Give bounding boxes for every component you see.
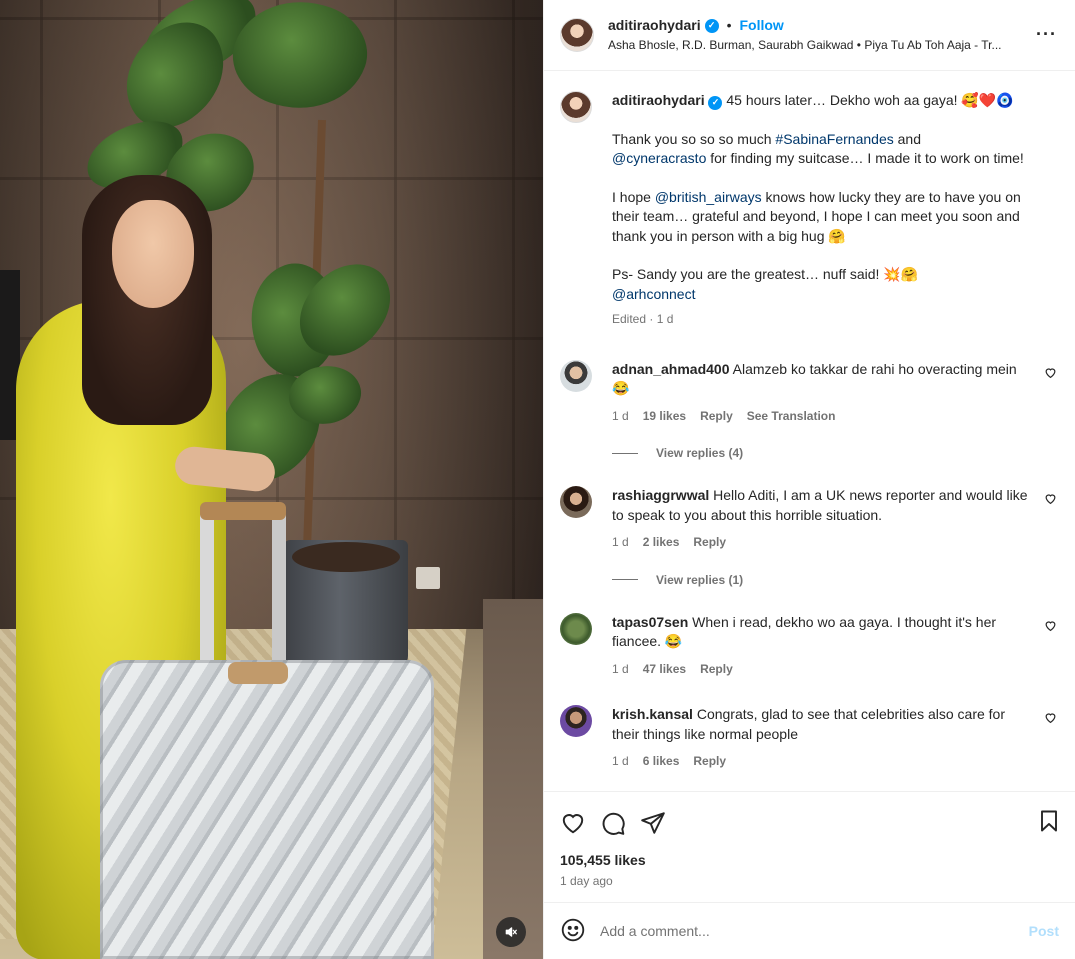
comment-input[interactable] — [600, 923, 1029, 939]
mention-link[interactable]: @british_airways — [655, 189, 762, 205]
comment: adnan_ahmad400 Alamzeb ko takkar de rahi… — [560, 359, 1059, 427]
verified-badge-icon: ✓ — [708, 95, 723, 110]
caption-text: and — [893, 130, 921, 147]
caption: aditiraohydari ✓ 45 hours later… Dekho w… — [560, 91, 1059, 330]
speaker-muted-icon — [505, 927, 517, 937]
mention-link[interactable]: @arhconnect — [612, 286, 695, 302]
comments-section[interactable]: aditiraohydari ✓ 45 hours later… Dekho w… — [544, 71, 1075, 791]
comment-age: 1 d — [612, 408, 629, 423]
reply-button[interactable]: Reply — [700, 660, 733, 680]
comment: rashiaggrwwal Hello Aditi, I am a UK new… — [560, 486, 1059, 553]
comment-age: 1 d — [612, 535, 629, 549]
suitcase-top-handle — [228, 662, 288, 684]
avatar[interactable] — [560, 486, 592, 518]
follow-button[interactable]: Follow — [740, 17, 784, 35]
comment-likes[interactable]: 6 likes — [643, 752, 680, 772]
outlet — [416, 567, 440, 589]
post-actions: 105,455 likes 1 day ago — [544, 791, 1075, 902]
comment: krish.kansal Congrats, glad to see that … — [560, 705, 1059, 772]
like-comment-icon[interactable] — [1044, 619, 1057, 635]
view-replies-button[interactable]: View replies (4) — [612, 446, 1059, 460]
comment-username[interactable]: adnan_ahmad400 — [612, 361, 730, 377]
emoji-icon[interactable] — [560, 917, 586, 946]
suitcase — [100, 660, 434, 959]
suitcase-handle-pole — [200, 512, 214, 682]
likes-count[interactable]: 105,455 likes — [560, 852, 1059, 868]
caption-text: Ps- Sandy you are the greatest… nuff sai… — [612, 266, 919, 282]
caption-meta: Edited · 1 d — [612, 312, 674, 326]
avatar[interactable] — [560, 705, 592, 737]
avatar[interactable] — [560, 612, 592, 645]
suitcase-handle-grip — [200, 502, 286, 520]
like-comment-icon[interactable] — [1044, 366, 1057, 382]
post-timestamp[interactable]: 1 day ago — [560, 874, 1059, 888]
reply-button[interactable]: Reply — [693, 533, 726, 553]
post-comment-button[interactable]: Post — [1029, 923, 1059, 939]
mention-link[interactable]: @cyneracrasto — [612, 150, 706, 166]
author-username[interactable]: aditiraohydari — [608, 17, 701, 35]
mute-button[interactable] — [496, 917, 526, 947]
step — [483, 599, 543, 959]
caption-text: 45 hours later… Dekho woh aa gaya! 🥰❤️🧿 — [726, 92, 1014, 108]
caption-username[interactable]: aditiraohydari — [612, 92, 705, 108]
post-header: aditiraohydari ✓ • Follow Asha Bhosle, R… — [544, 0, 1075, 71]
post-video[interactable] — [0, 0, 543, 959]
person-face — [112, 200, 194, 308]
comment-likes[interactable]: 2 likes — [643, 533, 680, 553]
caption-text: I hope — [612, 188, 655, 205]
see-translation-button[interactable]: See Translation — [747, 407, 836, 427]
comment: tapas07sen When i read, dekho wo aa gaya… — [560, 612, 1059, 680]
reply-button[interactable]: Reply — [700, 407, 733, 427]
avatar[interactable] — [560, 359, 592, 392]
verified-badge-icon: ✓ — [704, 19, 719, 33]
share-icon[interactable] — [640, 810, 666, 839]
more-options-icon[interactable]: ··· — [1036, 24, 1057, 45]
comment-username[interactable]: tapas07sen — [612, 614, 688, 630]
comment-age: 1 d — [612, 754, 629, 768]
like-comment-icon[interactable] — [1044, 711, 1057, 727]
comment-username[interactable]: rashiaggrwwal — [612, 487, 709, 503]
comment-age: 1 d — [612, 661, 629, 676]
like-comment-icon[interactable] — [1044, 492, 1057, 508]
comment-likes[interactable]: 19 likes — [643, 407, 686, 427]
separator-dot: • — [726, 17, 732, 34]
add-comment-bar: Post — [544, 902, 1075, 959]
post-modal: aditiraohydari ✓ • Follow Asha Bhosle, R… — [0, 0, 1075, 959]
hashtag-link[interactable]: #SabinaFernandes — [775, 131, 893, 147]
comment-likes[interactable]: 47 likes — [643, 660, 686, 680]
avatar[interactable] — [560, 91, 592, 123]
caption-text: Thank you so so so much — [612, 130, 776, 147]
post-side-panel: aditiraohydari ✓ • Follow Asha Bhosle, R… — [543, 0, 1075, 959]
save-bookmark-icon[interactable] — [1037, 808, 1061, 837]
view-replies-button[interactable]: View replies (1) — [612, 573, 1059, 587]
comment-username[interactable]: krish.kansal — [612, 706, 693, 722]
like-icon[interactable] — [560, 810, 586, 839]
avatar[interactable] — [560, 18, 594, 52]
reply-button[interactable]: Reply — [693, 752, 726, 772]
suitcase-handle-pole — [272, 512, 286, 682]
comment-icon[interactable] — [600, 810, 626, 839]
caption-text: for finding my suitcase… I made it to wo… — [706, 150, 1024, 166]
audio-attribution[interactable]: Asha Bhosle, R.D. Burman, Saurabh Gaikwa… — [608, 38, 1002, 53]
